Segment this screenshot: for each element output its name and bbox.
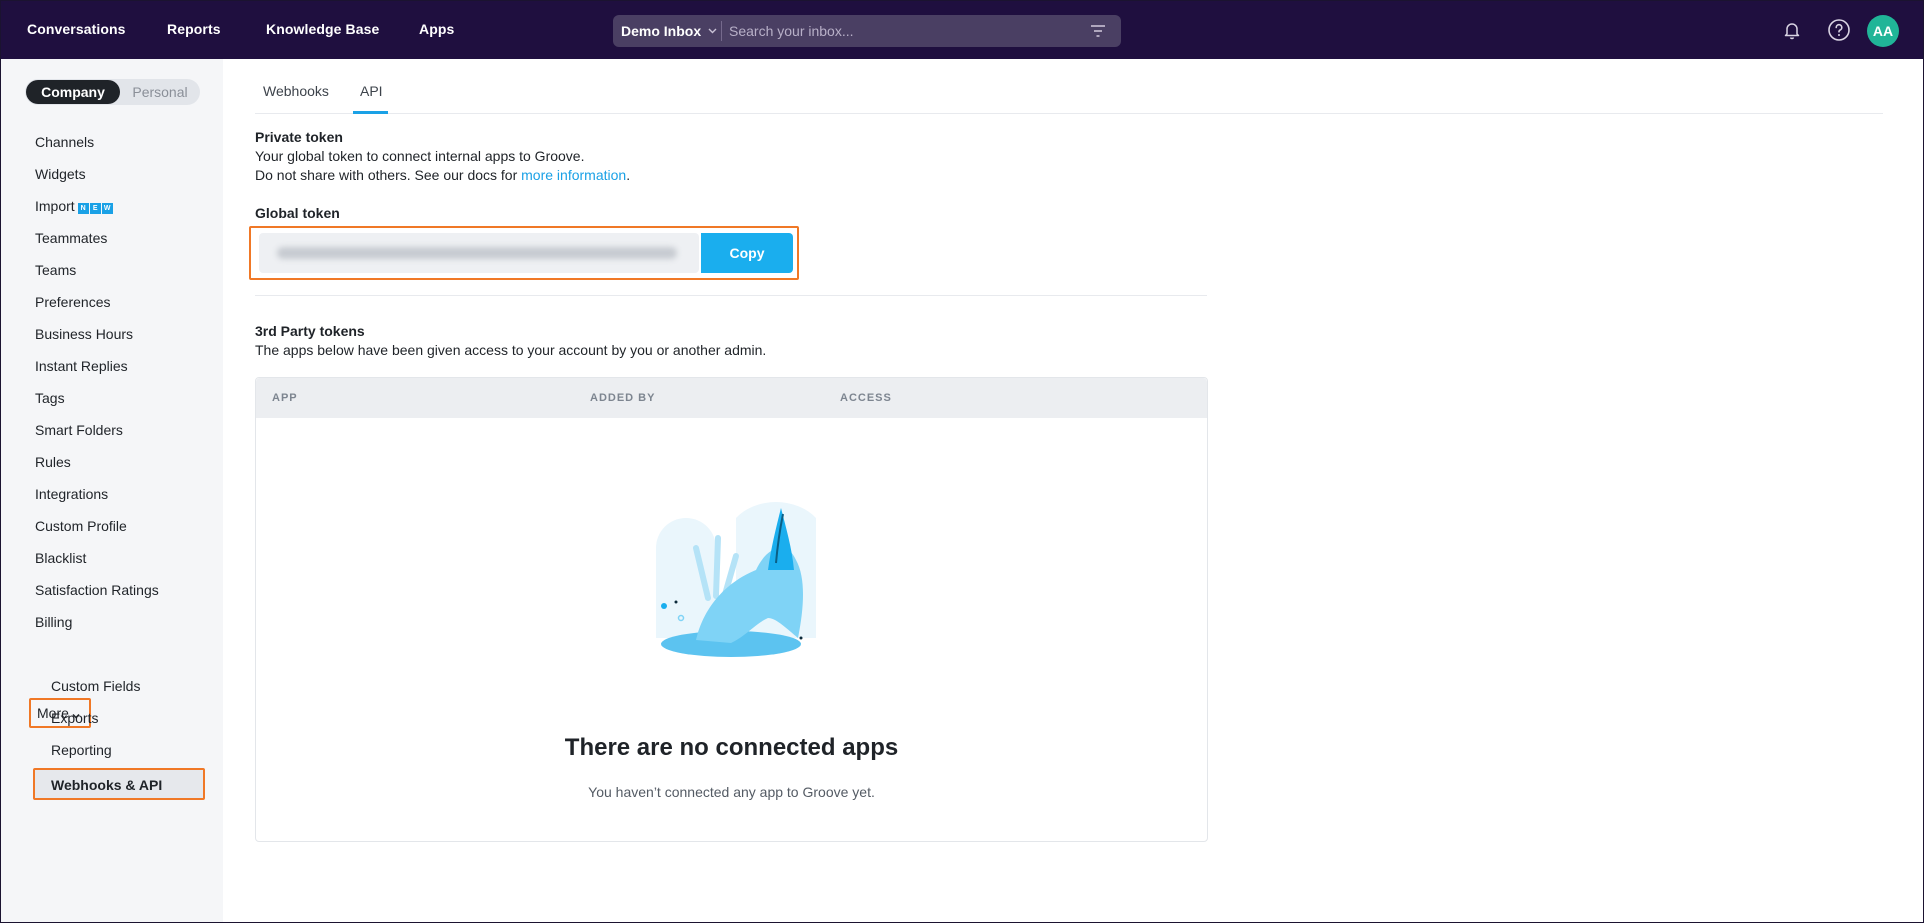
sidebar-item-import-label: Import: [35, 198, 75, 214]
tab-active-indicator: [353, 111, 388, 114]
sidebar-item-billing[interactable]: Billing: [35, 613, 72, 631]
sidebar-item-blacklist[interactable]: Blacklist: [35, 549, 86, 567]
scope-toggle: Company Personal: [25, 79, 200, 105]
sidebar-item-channels[interactable]: Channels: [35, 133, 94, 151]
third-party-heading: 3rd Party tokens: [255, 323, 365, 339]
global-token-label: Global token: [255, 205, 340, 221]
private-token-heading: Private token: [255, 129, 343, 145]
sidebar-item-custom-profile[interactable]: Custom Profile: [35, 517, 127, 535]
private-token-description: Your global token to connect internal ap…: [255, 148, 585, 164]
new-badge: NEW: [77, 203, 113, 214]
tabs-divider: [255, 113, 1883, 114]
search-divider: [721, 21, 722, 41]
sidebar-item-smart-folders[interactable]: Smart Folders: [35, 421, 123, 439]
sidebar-item-business-hours[interactable]: Business Hours: [35, 325, 133, 343]
search-bar: Demo Inbox: [613, 15, 1121, 47]
bell-icon[interactable]: [1780, 18, 1804, 42]
column-added-by: ADDED BY: [590, 392, 656, 404]
sidebar-item-import[interactable]: Import N E W: [35, 197, 113, 215]
toggle-personal[interactable]: Personal: [122, 80, 198, 104]
search-input[interactable]: [729, 21, 1079, 41]
sidebar-item-preferences[interactable]: Preferences: [35, 293, 110, 311]
avatar[interactable]: AA: [1867, 15, 1899, 47]
nav-knowledge-base[interactable]: Knowledge Base: [266, 21, 379, 37]
global-token-input[interactable]: [259, 233, 699, 273]
help-icon[interactable]: [1827, 18, 1851, 42]
sidebar-item-integrations[interactable]: Integrations: [35, 485, 108, 503]
global-token-field-group: Copy: [249, 226, 799, 280]
sidebar-item-exports[interactable]: Exports: [51, 709, 98, 727]
nav-apps[interactable]: Apps: [419, 21, 454, 37]
sidebar-item-tags[interactable]: Tags: [35, 389, 65, 407]
sidebar-item-widgets[interactable]: Widgets: [35, 165, 86, 183]
tab-webhooks[interactable]: Webhooks: [263, 83, 329, 99]
sidebar-item-webhooks-api-label: Webhooks & API: [51, 777, 163, 793]
chevron-down-icon: [708, 26, 717, 37]
nav-conversations[interactable]: Conversations: [27, 21, 126, 37]
table-header: APP ADDED BY ACCESS: [256, 378, 1207, 418]
sidebar-item-custom-fields[interactable]: Custom Fields: [51, 677, 140, 695]
empty-state-subtitle: You haven’t connected any app to Groove …: [588, 784, 875, 800]
sidebar-item-satisfaction-ratings[interactable]: Satisfaction Ratings: [35, 581, 159, 599]
tab-api[interactable]: API: [360, 83, 383, 99]
third-party-table: APP ADDED BY ACCESS There are no connect…: [255, 377, 1208, 842]
filter-icon[interactable]: [1089, 23, 1107, 39]
app-window: Conversations Reports Knowledge Base App…: [0, 0, 1924, 923]
inbox-selector-label: Demo Inbox: [621, 23, 702, 39]
nav-reports[interactable]: Reports: [167, 21, 221, 37]
more-information-link[interactable]: more information: [521, 167, 626, 183]
empty-state-illustration: [656, 502, 816, 657]
third-party-description: The apps below have been given access to…: [255, 342, 767, 358]
sidebar-item-teams[interactable]: Teams: [35, 261, 76, 279]
sidebar-item-rules[interactable]: Rules: [35, 453, 71, 471]
toggle-company[interactable]: Company: [26, 80, 120, 104]
sidebar-item-teammates[interactable]: Teammates: [35, 229, 107, 247]
sidebar-item-reporting[interactable]: Reporting: [51, 741, 112, 759]
private-token-warning: Do not share with others. See our docs f…: [255, 167, 631, 183]
column-access: ACCESS: [840, 392, 892, 404]
sidebar-item-webhooks-api[interactable]: Webhooks & API: [33, 768, 205, 800]
copy-button[interactable]: Copy: [701, 233, 793, 273]
redacted-token: [277, 247, 677, 259]
column-app: APP: [272, 392, 298, 404]
empty-state-title: There are no connected apps: [564, 734, 899, 761]
sidebar-item-instant-replies[interactable]: Instant Replies: [35, 357, 128, 375]
inbox-selector[interactable]: Demo Inbox: [613, 15, 721, 47]
section-divider: [255, 295, 1207, 296]
top-navbar: Conversations Reports Knowledge Base App…: [1, 1, 1923, 59]
